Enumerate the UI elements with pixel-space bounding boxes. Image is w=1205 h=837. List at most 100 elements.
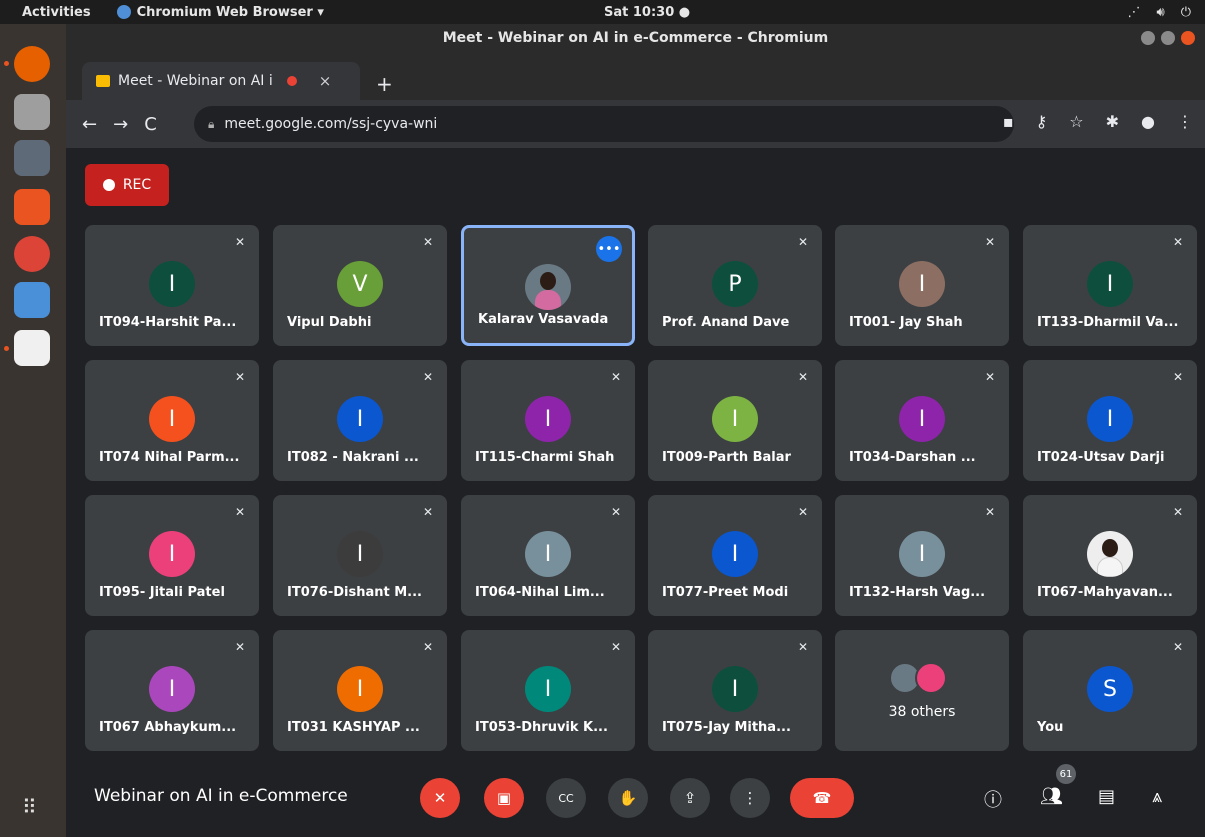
clock[interactable]: Sat 10:30 ● — [604, 5, 690, 20]
recording-badge[interactable]: REC — [85, 164, 169, 206]
rec-label: REC — [122, 177, 152, 193]
avatar: I — [149, 261, 195, 307]
show-applications-icon[interactable]: ⠿ — [22, 795, 37, 819]
participant-tile[interactable]: ✕ I IT095- Jitali Patel — [85, 495, 259, 616]
people-icon[interactable]: 👥︎ — [1040, 786, 1063, 807]
network-icon[interactable]: ⋰ — [1128, 5, 1141, 20]
participant-tile[interactable]: ✕ I IT031 KASHYAP ... — [273, 630, 447, 751]
participant-tile[interactable]: ✕ I IT094-Harshit Pa... — [85, 225, 259, 346]
participant-tile[interactable]: ✕ I IT077-Preet Modi — [648, 495, 822, 616]
meet-grid-area: REC ✕ I IT094-Harshit Pa... ✕ V Vipul Dabhi ••… — [66, 148, 1205, 837]
participant-tile[interactable]: ✕ I IT001- Jay Shah — [835, 225, 1009, 346]
mic-off-button[interactable]: ✕ — [420, 778, 460, 818]
chromium-dock-icon[interactable] — [14, 140, 50, 176]
files-icon[interactable] — [14, 94, 50, 130]
mic-muted-icon: ✕ — [610, 370, 621, 384]
participant-tile[interactable]: ✕ I IT082 - Nakrani ... — [273, 360, 447, 481]
participant-tile[interactable]: ✕ I IT067 Abhaykum... — [85, 630, 259, 751]
maximize-icon[interactable] — [1161, 31, 1175, 45]
window-title-bar: Meet - Webinar on AI in e-Commerce - Chr… — [66, 24, 1205, 52]
reload-icon[interactable]: C — [144, 114, 157, 135]
close-window-icon[interactable] — [1181, 31, 1195, 45]
participant-name: Kalarav Vasavada — [478, 312, 609, 327]
avatar — [1087, 531, 1133, 577]
volume-icon[interactable]: 🔊︎ — [1157, 5, 1165, 20]
back-icon[interactable]: ← — [82, 114, 97, 135]
tile-options-icon[interactable]: ••• — [596, 236, 622, 262]
participant-tile[interactable]: ✕ S You — [1023, 630, 1197, 751]
minimize-icon[interactable] — [1141, 31, 1155, 45]
lock-icon[interactable]: 🔒︎ — [208, 117, 214, 132]
profile-icon[interactable]: ● — [1141, 112, 1155, 131]
system-tray[interactable]: ⋰ 🔊︎ ⏻ — [1128, 5, 1192, 20]
participant-tile[interactable]: ✕ I IT064-Nihal Lim... — [461, 495, 635, 616]
participant-tile[interactable]: ✕ I IT034-Darshan ... — [835, 360, 1009, 481]
participant-name: IT009-Parth Balar — [662, 450, 791, 465]
chat-icon[interactable]: ▤ — [1098, 786, 1115, 807]
participant-name: IT064-Nihal Lim... — [475, 585, 605, 600]
participant-tile[interactable]: ✕ I IT132-Harsh Vag... — [835, 495, 1009, 616]
participant-tile[interactable]: ✕ I IT115-Charmi Shah — [461, 360, 635, 481]
new-tab-button[interactable]: + — [376, 72, 393, 96]
captions-button[interactable]: CC — [546, 778, 586, 818]
participant-tile[interactable]: ✕ IT067-Mahyavan... — [1023, 495, 1197, 616]
avatar-photo-head — [540, 272, 556, 290]
present-button[interactable]: ⇪ — [670, 778, 710, 818]
software-icon[interactable] — [14, 189, 50, 225]
app-menu[interactable]: Chromium Web Browser ▾ — [116, 5, 324, 20]
participant-name: IT077-Preet Modi — [662, 585, 789, 600]
avatar: I — [149, 531, 195, 577]
participant-tile[interactable]: ••• Kalarav Vasavada — [461, 225, 635, 346]
raise-hand-button[interactable]: ✋ — [608, 778, 648, 818]
participant-name: IT132-Harsh Vag... — [849, 585, 986, 600]
tab-close-icon[interactable]: × — [319, 72, 332, 90]
mic-muted-icon: ✕ — [610, 505, 621, 519]
mic-muted-icon: ✕ — [234, 640, 245, 654]
mic-muted-icon: ✕ — [797, 370, 808, 384]
participant-tile[interactable]: ✕ I IT074 Nihal Parm... — [85, 360, 259, 481]
menu-icon[interactable]: ⋮ — [1177, 112, 1193, 131]
running-indicator — [4, 346, 9, 351]
activities-button[interactable]: Activities — [22, 5, 91, 20]
avatar — [915, 662, 947, 694]
avatar-photo-head — [1102, 539, 1118, 557]
participant-tile[interactable]: ✕ I IT053-Dhruvik K... — [461, 630, 635, 751]
avatar: I — [337, 531, 383, 577]
tab-meet[interactable]: Meet - Webinar on AI i × — [82, 62, 360, 100]
info-icon[interactable]: ⓘ — [984, 786, 1002, 812]
participant-tile[interactable]: ✕ I IT009-Parth Balar — [648, 360, 822, 481]
participant-name: IT024-Utsav Darji — [1037, 450, 1165, 465]
star-icon[interactable]: ☆ — [1069, 112, 1083, 131]
participant-tile[interactable]: ✕ I IT024-Utsav Darji — [1023, 360, 1197, 481]
mic-muted-icon: ✕ — [1172, 640, 1183, 654]
toolbar-icons: ▪ ⚷ ☆ ✱ ● ⋮ — [1003, 112, 1193, 131]
screenshot-icon[interactable] — [14, 330, 50, 366]
more-options-button[interactable]: ⋮ — [730, 778, 770, 818]
participant-tile[interactable]: ✕ V Vipul Dabhi — [273, 225, 447, 346]
camera-off-button[interactable]: ▣ — [484, 778, 524, 818]
forward-icon[interactable]: → — [113, 114, 128, 135]
avatar: I — [149, 396, 195, 442]
participant-tile[interactable]: ✕ I IT076-Dishant M... — [273, 495, 447, 616]
activities-icon[interactable]: ⩓ — [1152, 786, 1162, 807]
participant-tile[interactable]: ✕ I IT075-Jay Mitha... — [648, 630, 822, 751]
leave-call-button[interactable]: ☎ — [790, 778, 854, 818]
extensions-icon[interactable]: ✱ — [1106, 112, 1119, 131]
participant-name: IT075-Jay Mitha... — [662, 720, 791, 735]
virtualbox-icon[interactable] — [14, 282, 50, 318]
camera-icon[interactable]: ▪ — [1003, 112, 1014, 131]
url-text[interactable]: meet.google.com/ssj-cyva-wni — [224, 116, 437, 132]
participant-tile[interactable]: ✕ I IT133-Dharmil Va... — [1023, 225, 1197, 346]
avatar: I — [525, 396, 571, 442]
record-dot-icon — [102, 179, 115, 191]
participant-tile[interactable]: 38 others — [835, 630, 1009, 751]
power-icon[interactable]: ⏻ — [1181, 5, 1191, 20]
chrome-icon[interactable] — [14, 236, 50, 272]
avatar: I — [899, 261, 945, 307]
key-icon[interactable]: ⚷ — [1036, 112, 1048, 131]
participant-name: Vipul Dabhi — [287, 315, 372, 330]
participant-tile[interactable]: ✕ P Prof. Anand Dave — [648, 225, 822, 346]
address-bar[interactable]: 🔒︎ meet.google.com/ssj-cyva-wni — [194, 106, 1014, 142]
firefox-icon[interactable] — [14, 46, 50, 82]
people-count-badge: 61 — [1056, 764, 1076, 784]
